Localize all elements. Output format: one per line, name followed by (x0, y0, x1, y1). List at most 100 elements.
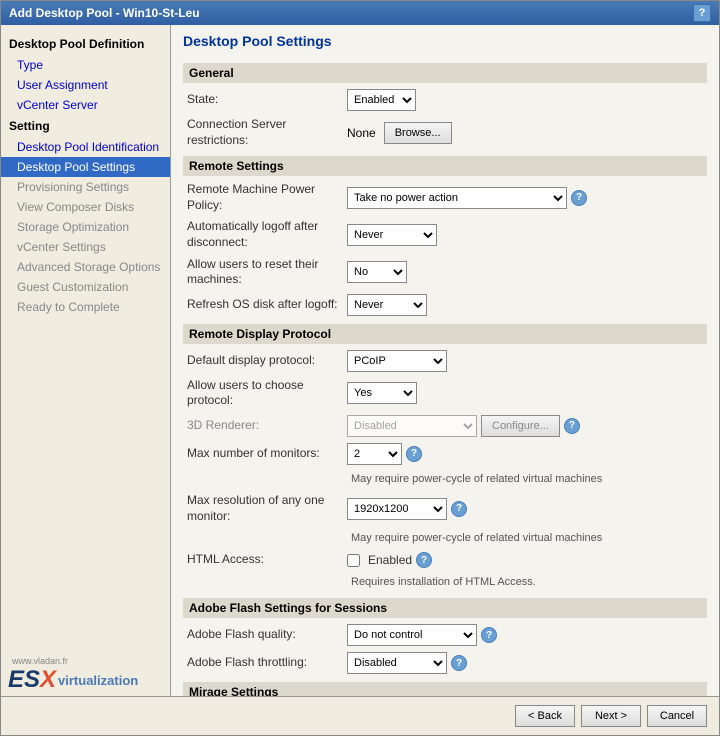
sidebar-item-advanced-storage: Advanced Storage Options (1, 257, 170, 277)
conn-server-row: Connection Server restrictions: None Bro… (183, 117, 707, 148)
back-button[interactable]: < Back (515, 705, 575, 727)
reset-row: Allow users to reset their machines: No … (183, 257, 707, 288)
default-protocol-label: Default display protocol: (187, 353, 347, 369)
flash-throttle-control: Disabled Enabled ? (347, 652, 703, 674)
conn-server-value: None (347, 126, 376, 140)
sidebar-item-user-assignment[interactable]: User Assignment (1, 75, 170, 95)
auto-logoff-row: Automatically logoff after disconnect: N… (183, 219, 707, 250)
logo-es: ES (8, 666, 40, 694)
sidebar-item-type[interactable]: Type (1, 55, 170, 75)
html-enabled-label: Enabled (368, 553, 412, 567)
renderer-control: Disabled Automatic Software Hardware Con… (347, 415, 703, 437)
power-policy-select[interactable]: Take no power action Always powered on S… (347, 187, 567, 209)
monitors-note-row: May require power-cycle of related virtu… (183, 471, 707, 487)
default-protocol-select[interactable]: PCoIP RDP BLAST (347, 350, 447, 372)
sidebar-section-setting: Setting (1, 115, 170, 137)
flash-quality-row: Adobe Flash quality: Do not control Low … (183, 624, 707, 646)
allow-protocol-row: Allow users to choose protocol: Yes No (183, 378, 707, 409)
power-policy-help-icon[interactable]: ? (571, 190, 587, 206)
max-resolution-select[interactable]: 1920x1200 2560x1600 3840x2160 (347, 498, 447, 520)
flash-throttle-help-icon[interactable]: ? (451, 655, 467, 671)
power-policy-label: Remote Machine Power Policy: (187, 182, 347, 213)
main-window: Add Desktop Pool - Win10-St-Leu ? Deskto… (0, 0, 720, 736)
power-policy-row: Remote Machine Power Policy: Take no pow… (183, 182, 707, 213)
conn-server-control: None Browse... (347, 122, 703, 144)
allow-protocol-select[interactable]: Yes No (347, 382, 417, 404)
main-title: Desktop Pool Settings (183, 33, 707, 53)
renderer-row: 3D Renderer: Disabled Automatic Software… (183, 415, 707, 437)
reset-control: No Yes (347, 261, 703, 283)
auto-logoff-control: Never Immediately After (347, 224, 703, 246)
auto-logoff-label: Automatically logoff after disconnect: (187, 219, 347, 250)
remote-display-header: Remote Display Protocol (183, 324, 707, 344)
renderer-label: 3D Renderer: (187, 418, 347, 434)
logo-x: X (40, 666, 56, 694)
default-protocol-row: Default display protocol: PCoIP RDP BLAS… (183, 350, 707, 372)
state-label: State: (187, 92, 347, 108)
flash-quality-select[interactable]: Do not control Low Medium High (347, 624, 477, 646)
state-select[interactable]: Enabled Disabled (347, 89, 416, 111)
reset-select[interactable]: No Yes (347, 261, 407, 283)
help-button[interactable]: ? (693, 4, 711, 22)
renderer-help-icon[interactable]: ? (564, 418, 580, 434)
html-access-row: HTML Access: Enabled ? (183, 552, 707, 568)
auto-logoff-select[interactable]: Never Immediately After (347, 224, 437, 246)
refresh-row: Refresh OS disk after logoff: Never Alwa… (183, 294, 707, 316)
max-resolution-help-icon[interactable]: ? (451, 501, 467, 517)
renderer-select[interactable]: Disabled Automatic Software Hardware (347, 415, 477, 437)
max-resolution-label: Max resolution of any one monitor: (187, 493, 347, 524)
flash-throttle-label: Adobe Flash throttling: (187, 655, 347, 671)
max-resolution-row: Max resolution of any one monitor: 1920x… (183, 493, 707, 524)
max-monitors-help-icon[interactable]: ? (406, 446, 422, 462)
window-title: Add Desktop Pool - Win10-St-Leu (9, 6, 200, 20)
html-access-control: Enabled ? (347, 552, 703, 568)
browse-button[interactable]: Browse... (384, 122, 452, 144)
sidebar: Desktop Pool Definition Type User Assign… (1, 25, 171, 696)
allow-protocol-control: Yes No (347, 382, 703, 404)
flash-throttle-select[interactable]: Disabled Enabled (347, 652, 447, 674)
refresh-select[interactable]: Never Always Every (347, 294, 427, 316)
main-content: Desktop Pool Settings General State: Ena… (171, 25, 719, 696)
html-note-row: Requires installation of HTML Access. (183, 574, 707, 590)
html-note: Requires installation of HTML Access. (347, 574, 540, 590)
next-button[interactable]: Next > (581, 705, 641, 727)
refresh-control: Never Always Every (347, 294, 703, 316)
refresh-label: Refresh OS disk after logoff: (187, 297, 347, 313)
html-enabled-checkbox[interactable] (347, 554, 360, 567)
html-access-label: HTML Access: (187, 552, 347, 568)
max-monitors-control: 1 2 3 4 ? (347, 443, 703, 465)
sidebar-item-composer-disks: View Composer Disks (1, 197, 170, 217)
max-resolution-control: 1920x1200 2560x1600 3840x2160 ? (347, 498, 703, 520)
max-monitors-select[interactable]: 1 2 3 4 (347, 443, 402, 465)
cancel-button[interactable]: Cancel (647, 705, 707, 727)
sidebar-item-pool-settings[interactable]: Desktop Pool Settings (1, 157, 170, 177)
logo-area: ES X virtualization (8, 666, 138, 694)
flash-quality-help-icon[interactable]: ? (481, 627, 497, 643)
logo-url: www.vladan.fr (12, 656, 138, 666)
max-monitors-label: Max number of monitors: (187, 446, 347, 462)
sidebar-item-vcenter-server[interactable]: vCenter Server (1, 95, 170, 115)
state-row: State: Enabled Disabled (183, 89, 707, 111)
html-help-icon[interactable]: ? (416, 552, 432, 568)
sidebar-item-provisioning: Provisioning Settings (1, 177, 170, 197)
max-monitors-row: Max number of monitors: 1 2 3 4 ? (183, 443, 707, 465)
flash-quality-label: Adobe Flash quality: (187, 627, 347, 643)
general-section-header: General (183, 63, 707, 83)
sidebar-item-vcenter-settings: vCenter Settings (1, 237, 170, 257)
sidebar-item-pool-identification[interactable]: Desktop Pool Identification (1, 137, 170, 157)
sidebar-item-guest-customization: Guest Customization (1, 277, 170, 297)
flash-quality-control: Do not control Low Medium High ? (347, 624, 703, 646)
state-control: Enabled Disabled (347, 89, 703, 111)
remote-settings-header: Remote Settings (183, 156, 707, 176)
resolution-note: May require power-cycle of related virtu… (347, 530, 606, 546)
sidebar-item-ready-complete: Ready to Complete (1, 297, 170, 317)
title-bar: Add Desktop Pool - Win10-St-Leu ? (1, 1, 719, 25)
conn-server-label: Connection Server restrictions: (187, 117, 347, 148)
monitors-note: May require power-cycle of related virtu… (347, 471, 606, 487)
power-policy-control: Take no power action Always powered on S… (347, 187, 703, 209)
logo-virtualization: virtualization (58, 673, 138, 688)
allow-protocol-label: Allow users to choose protocol: (187, 378, 347, 409)
sidebar-item-storage-opt: Storage Optimization (1, 217, 170, 237)
configure-button[interactable]: Configure... (481, 415, 560, 437)
resolution-note-row: May require power-cycle of related virtu… (183, 530, 707, 546)
